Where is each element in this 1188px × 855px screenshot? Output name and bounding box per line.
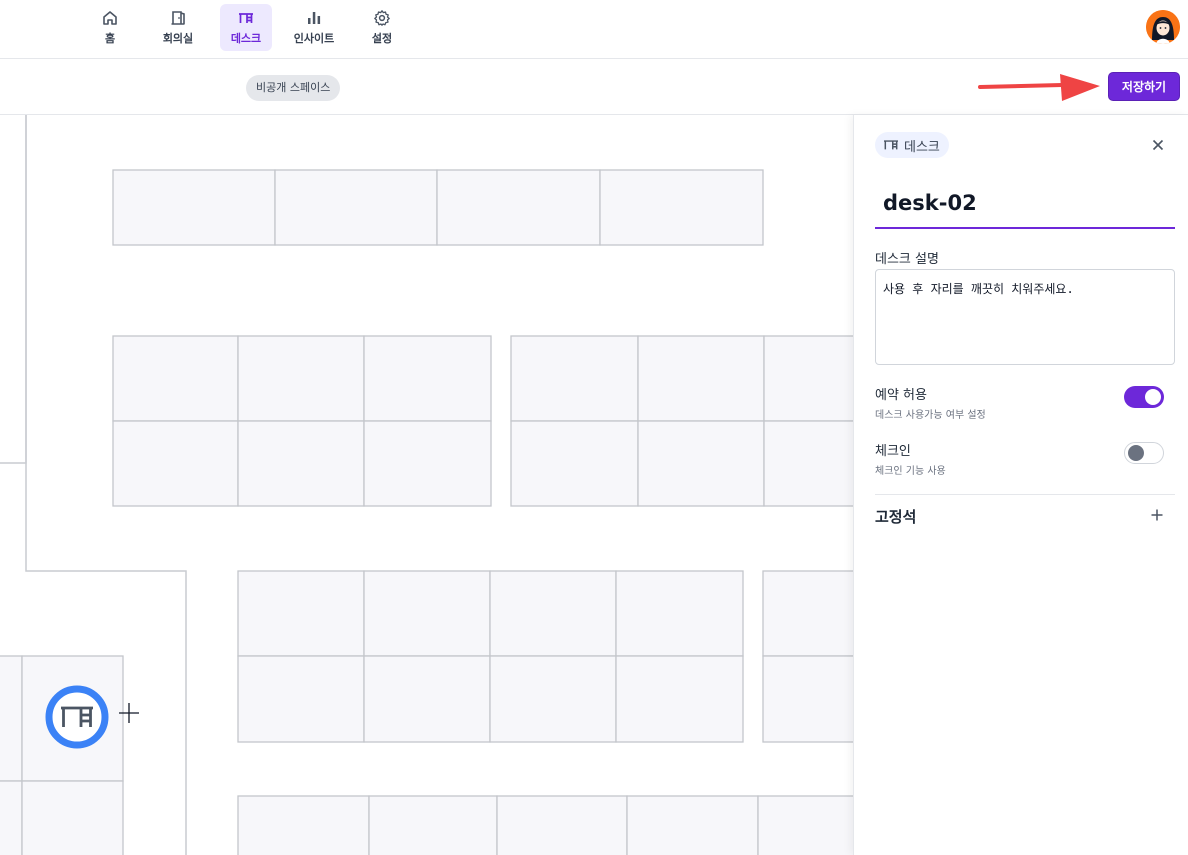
nav-home[interactable]: 홈 bbox=[92, 4, 128, 51]
checkin-title: 체크인 bbox=[875, 444, 911, 459]
add-fixed-seat-button[interactable] bbox=[1146, 504, 1168, 526]
desk-name-input[interactable] bbox=[875, 179, 1175, 229]
nav-desk[interactable]: 데스크 bbox=[220, 4, 272, 51]
desk-cell[interactable] bbox=[237, 795, 370, 855]
desk-cell[interactable] bbox=[112, 169, 276, 246]
desk-cell[interactable] bbox=[637, 420, 765, 507]
gear-icon bbox=[374, 10, 390, 26]
desk-cell[interactable] bbox=[489, 655, 617, 743]
divider bbox=[875, 494, 1175, 495]
user-avatar[interactable] bbox=[1146, 10, 1180, 44]
desk-marker-selected[interactable] bbox=[45, 685, 109, 749]
desk-cell[interactable] bbox=[237, 655, 365, 743]
floor-plan[interactable] bbox=[0, 115, 853, 855]
description-textarea[interactable]: 사용 후 자리를 깨끗히 치워주세요. bbox=[875, 269, 1175, 365]
wall bbox=[0, 115, 27, 464]
desk-icon bbox=[884, 140, 898, 150]
desk-cell[interactable] bbox=[274, 169, 438, 246]
nav-meeting-rooms-label: 회의실 bbox=[162, 32, 194, 45]
desk-cell[interactable] bbox=[757, 795, 853, 855]
desk-cell[interactable] bbox=[0, 655, 23, 782]
nav-meeting-rooms[interactable]: 회의실 bbox=[154, 4, 202, 51]
close-icon bbox=[1152, 139, 1164, 151]
desk-cell[interactable] bbox=[489, 570, 617, 657]
desk-cell[interactable] bbox=[237, 335, 365, 422]
desk-cell[interactable] bbox=[637, 335, 765, 422]
door-icon bbox=[171, 11, 185, 25]
nav-insights-label: 인사이트 bbox=[293, 32, 335, 45]
reservation-toggle[interactable] bbox=[1124, 386, 1164, 408]
reservation-subtitle: 데스크 사용가능 여부 설정 bbox=[875, 410, 986, 421]
nav-settings-label: 설정 bbox=[371, 32, 393, 45]
desk-icon bbox=[239, 13, 253, 23]
editor-toolbar: 비공개 스페이스 저장하기 bbox=[0, 59, 1188, 115]
desk-cell[interactable] bbox=[762, 570, 853, 657]
home-icon bbox=[103, 11, 117, 25]
nav-settings[interactable]: 설정 bbox=[363, 4, 401, 51]
desk-cell[interactable] bbox=[615, 655, 744, 743]
desk-cell[interactable] bbox=[363, 570, 491, 657]
toggle-knob bbox=[1128, 445, 1144, 461]
desk-cell[interactable] bbox=[363, 655, 491, 743]
fixed-seat-label: 고정석 bbox=[875, 508, 917, 526]
desk-cell[interactable] bbox=[510, 420, 639, 507]
nav-insights[interactable]: 인사이트 bbox=[286, 4, 342, 51]
desk-cell[interactable] bbox=[21, 780, 124, 855]
top-navigation: 홈 회의실 데스크 인사이트 설정 bbox=[0, 0, 1188, 59]
desk-type-chip: 데스크 bbox=[875, 132, 949, 158]
desk-cell[interactable] bbox=[363, 335, 492, 422]
desk-cell[interactable] bbox=[112, 335, 239, 422]
desk-cell[interactable] bbox=[763, 335, 853, 422]
checkin-toggle[interactable] bbox=[1124, 442, 1164, 464]
avatar-illustration bbox=[1146, 10, 1180, 44]
desk-cell[interactable] bbox=[368, 795, 498, 855]
desk-cell[interactable] bbox=[237, 570, 365, 657]
save-button[interactable]: 저장하기 bbox=[1108, 72, 1180, 101]
plus-icon bbox=[1151, 509, 1163, 521]
red-arrow-annotation bbox=[978, 74, 1100, 101]
description-label: 데스크 설명 bbox=[875, 252, 939, 267]
desk-cell[interactable] bbox=[626, 795, 759, 855]
desk-cell[interactable] bbox=[496, 795, 628, 855]
desk-cell[interactable] bbox=[237, 420, 365, 507]
bar-chart-icon bbox=[308, 12, 321, 24]
desk-cell[interactable] bbox=[762, 655, 853, 743]
checkin-subtitle: 체크인 기능 사용 bbox=[875, 466, 946, 477]
desk-cell[interactable] bbox=[436, 169, 601, 246]
nav-desk-label: 데스크 bbox=[230, 32, 262, 45]
desk-cell[interactable] bbox=[0, 780, 23, 855]
desk-type-label: 데스크 bbox=[904, 139, 940, 155]
space-visibility-chip[interactable]: 비공개 스페이스 bbox=[246, 75, 341, 101]
close-panel-button[interactable] bbox=[1148, 135, 1168, 155]
desk-cell[interactable] bbox=[112, 420, 239, 507]
toggle-knob bbox=[1145, 389, 1161, 405]
desk-cell[interactable] bbox=[363, 420, 492, 507]
reservation-title: 예약 허용 bbox=[875, 388, 927, 403]
desk-cell[interactable] bbox=[599, 169, 764, 246]
desk-cell[interactable] bbox=[763, 420, 853, 507]
desk-cell[interactable] bbox=[510, 335, 639, 422]
nav-home-label: 홈 bbox=[104, 32, 116, 45]
desk-cell[interactable] bbox=[615, 570, 744, 657]
floor-plan-canvas[interactable] bbox=[0, 115, 853, 855]
desk-properties-panel: 데스크 데스크 설명 사용 후 자리를 깨끗히 치워주세요. 예약 허용 데스크… bbox=[853, 115, 1188, 855]
